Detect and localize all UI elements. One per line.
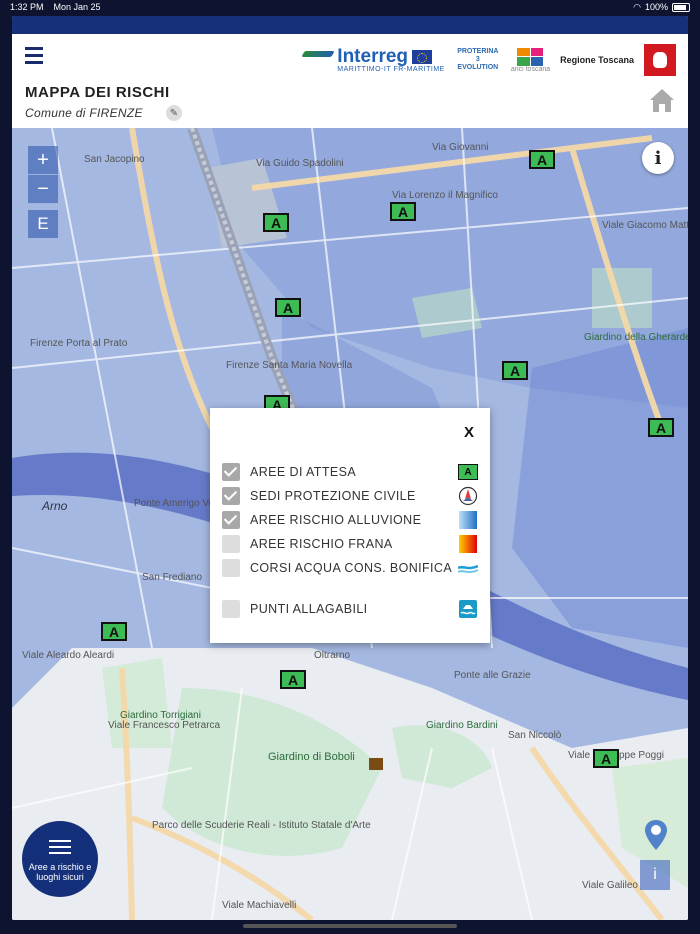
river-label-arno: Arno — [41, 499, 68, 513]
place-label-ponte-grazie: Ponte alle Grazie — [454, 670, 531, 681]
legend-item-aree-rischio-frana[interactable]: AREE RISCHIO FRANA — [222, 534, 478, 554]
street-label-matteotti: Viale Giacomo Matteotti — [602, 220, 688, 231]
area-attesa-icon: A — [458, 462, 478, 482]
status-bar: 1:32 PM Mon Jan 25 ◠ 100% — [0, 0, 700, 14]
partner-logos: Interreg MARITTIMO-IT FR-MARITIME PROTER… — [303, 42, 676, 78]
place-label-san-frediano: San Frediano — [142, 572, 202, 583]
map[interactable]: Arno Firenze Porta al Prato Firenze Sant… — [12, 128, 688, 920]
checkbox[interactable] — [222, 535, 240, 553]
area-attesa-marker[interactable]: A — [275, 298, 301, 317]
area-attesa-marker[interactable]: A — [529, 150, 555, 169]
proterina-logo: PROTERINA 3 EVOLUTION — [457, 48, 499, 71]
home-indicator — [243, 924, 457, 928]
punti-allagabili-icon — [459, 600, 477, 618]
corsi-acqua-icon — [458, 564, 478, 574]
legend-dialog: X AREE DI ATTESA A SEDI PROTEZIONE CIVIL… — [210, 408, 490, 643]
checkbox[interactable] — [222, 487, 240, 505]
regione-toscana-flag-icon — [644, 44, 676, 76]
status-time: 1:32 PM — [10, 2, 44, 12]
street-label-galileo: Viale Galileo — [582, 880, 638, 891]
place-label-oltrarno: Oltrarno — [314, 650, 351, 661]
zoom-out-button[interactable]: − — [28, 175, 58, 204]
page-title: MAPPA DEI RISCHI — [25, 84, 170, 101]
checkbox[interactable] — [222, 600, 240, 618]
area-attesa-marker[interactable]: A — [593, 749, 619, 768]
protezione-civile-icon — [458, 486, 478, 506]
area-attesa-marker[interactable]: A — [502, 361, 528, 380]
map-info-button[interactable]: i — [642, 142, 674, 174]
home-icon[interactable] — [648, 86, 676, 114]
place-label-bardini: Giardino Bardini — [426, 720, 498, 731]
zoom-in-button[interactable]: + — [28, 146, 58, 175]
place-label-ghirardesca: Giardino della Gherardesca — [584, 332, 688, 343]
street-label-lorenzo: Via Lorenzo il Magnifico — [392, 190, 498, 201]
fort-icon — [369, 758, 383, 770]
app-window: Interreg MARITTIMO-IT FR-MARITIME PROTER… — [12, 16, 688, 920]
legend-item-aree-attesa[interactable]: AREE DI ATTESA A — [222, 462, 478, 482]
top-bar — [12, 16, 688, 34]
alluvione-gradient-icon — [458, 510, 478, 530]
street-label-aleardi: Viale Aleardo Aleardi — [22, 650, 114, 661]
area-attesa-marker[interactable]: A — [648, 418, 674, 437]
location-pin-icon[interactable] — [642, 818, 670, 852]
interreg-wing-icon — [303, 48, 333, 62]
legend-item-corsi-acqua[interactable]: CORSI ACQUA CONS. BONIFICA — [222, 558, 478, 578]
place-label-jacopino: San Jacopino — [84, 154, 145, 165]
street-label-petrarca: Viale Francesco Petrarca — [108, 720, 221, 731]
interreg-logo: Interreg MARITTIMO-IT FR-MARITIME — [303, 47, 445, 73]
area-attesa-marker[interactable]: A — [101, 622, 127, 641]
bottom-info-button[interactable]: i — [640, 860, 670, 890]
anci-logo: anci toscana — [511, 47, 550, 73]
regione-label: Regione Toscana — [560, 55, 634, 65]
street-label-machiavelli: Viale Machiavelli — [222, 900, 296, 911]
edit-comune-icon[interactable]: ✎ — [166, 105, 182, 121]
area-attesa-marker[interactable]: A — [390, 202, 416, 221]
place-label-scuderie: Parco delle Scuderie Reali - Istituto St… — [152, 820, 371, 831]
place-label-san-niccolo: San Niccolò — [508, 730, 562, 741]
wifi-icon: ◠ — [633, 1, 641, 12]
street-label-spadolini: Via Guido Spadolini — [256, 158, 344, 169]
street-label-giovanni: Via Giovanni — [432, 142, 489, 153]
menu-button[interactable] — [25, 47, 43, 65]
checkbox[interactable] — [222, 559, 240, 577]
checkbox[interactable] — [222, 463, 240, 481]
area-attesa-marker[interactable]: A — [263, 213, 289, 232]
aree-rischio-fab[interactable]: Aree a rischio e luoghi sicuri — [22, 821, 98, 897]
legend-close-button[interactable]: X — [464, 424, 474, 441]
extent-button[interactable]: E — [28, 210, 58, 238]
frana-gradient-icon — [458, 534, 478, 554]
battery-icon — [672, 2, 690, 12]
list-icon — [49, 836, 71, 858]
page-subtitle: Comune di FIRENZE — [25, 106, 143, 120]
status-date: Mon Jan 25 — [53, 2, 101, 12]
place-label-boboli: Giardino di Boboli — [268, 751, 355, 763]
checkbox[interactable] — [222, 511, 240, 529]
zoom-controls: + − E — [28, 146, 58, 238]
legend-item-sedi-protezione-civile[interactable]: SEDI PROTEZIONE CIVILE — [222, 486, 478, 506]
header: Interreg MARITTIMO-IT FR-MARITIME PROTER… — [12, 34, 688, 128]
area-attesa-marker[interactable]: A — [280, 670, 306, 689]
legend-item-punti-allagabili[interactable]: PUNTI ALLAGABILI — [222, 599, 478, 619]
place-label-smn: Firenze Santa Maria Novella — [226, 360, 353, 371]
place-label-porta-prato: Firenze Porta al Prato — [30, 338, 128, 349]
battery-percent: 100% — [644, 2, 668, 12]
legend-item-aree-rischio-alluvione[interactable]: AREE RISCHIO ALLUVIONE — [222, 510, 478, 530]
eu-flag-icon — [412, 49, 433, 64]
